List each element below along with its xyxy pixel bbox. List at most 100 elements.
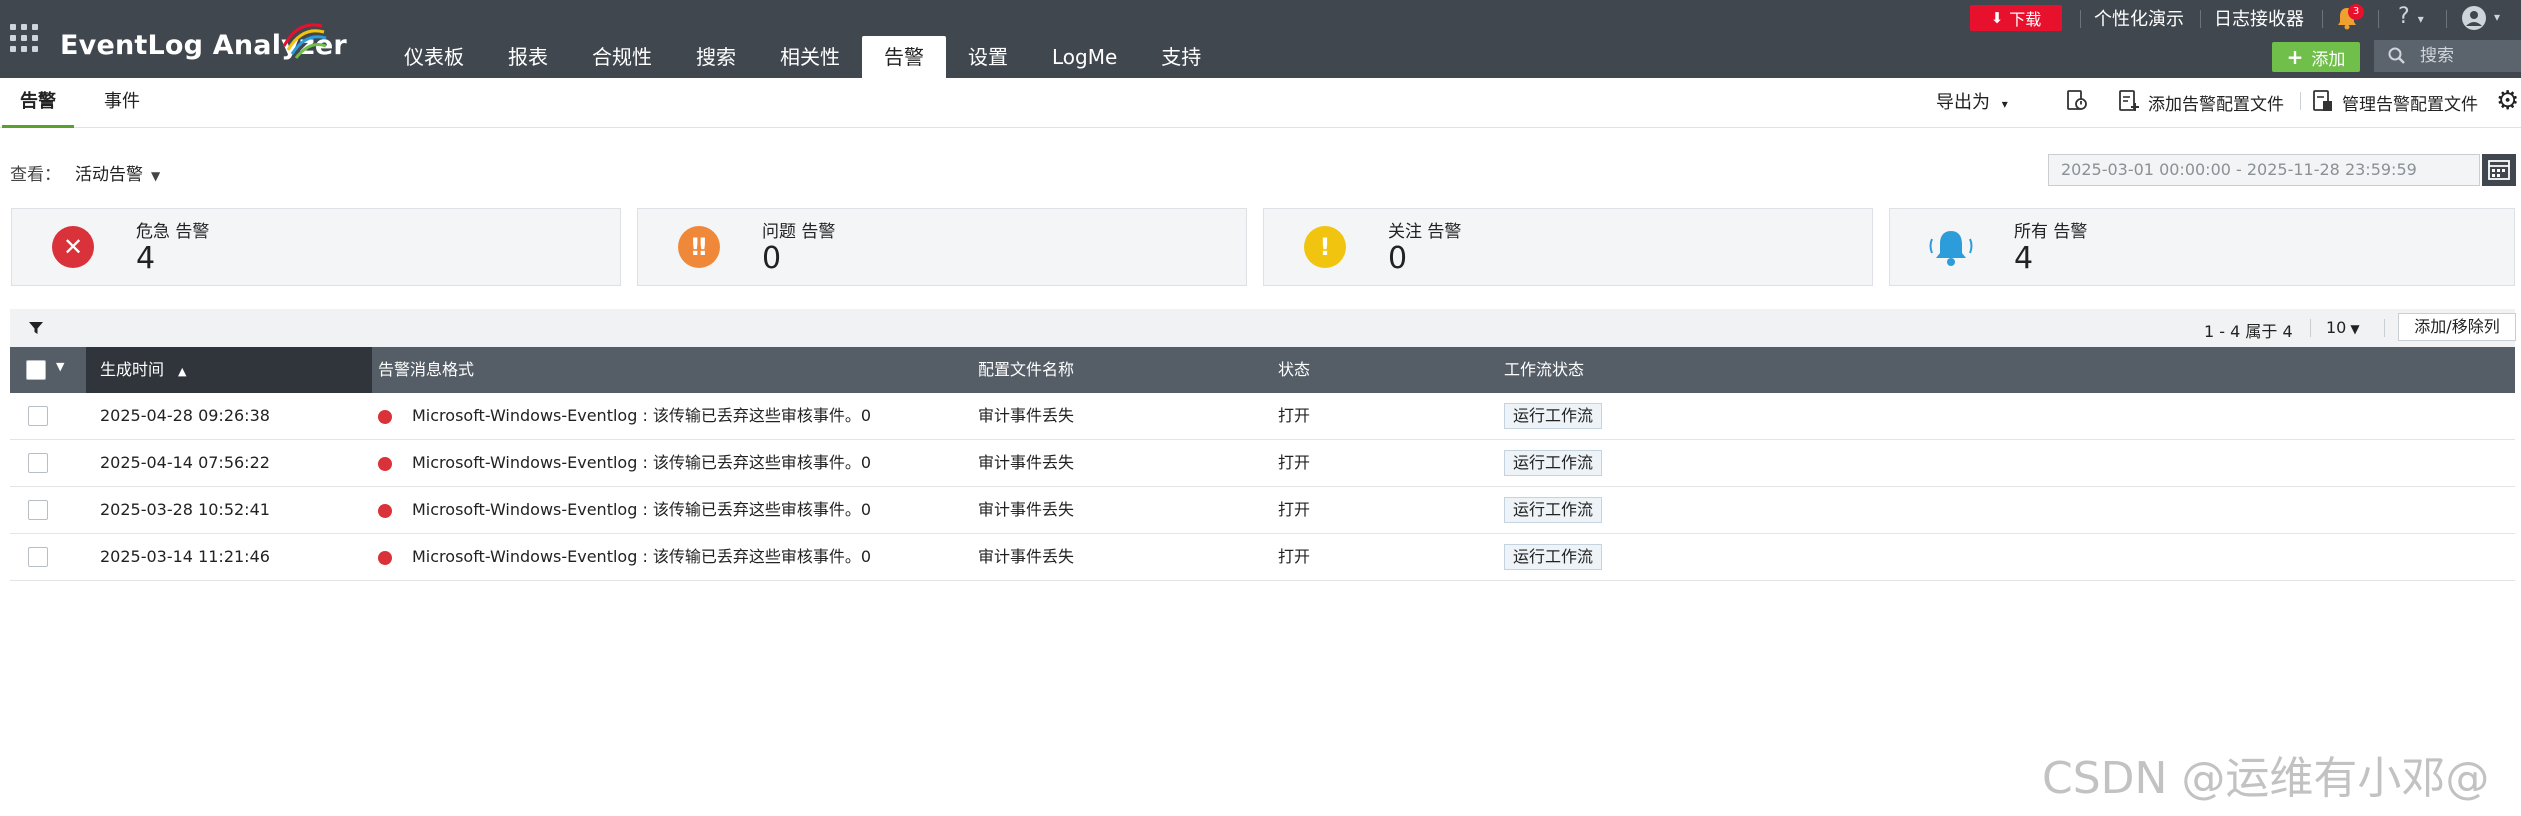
column-header-label: 生成时间 — [100, 360, 165, 379]
filter-icon[interactable] — [28, 321, 44, 335]
download-icon: ⬇ — [1990, 9, 2004, 27]
export-dropdown[interactable]: 导出为 ▾ — [1936, 88, 2008, 114]
summary-card-attention[interactable]: ! 关注 告警 0 — [1263, 208, 1873, 286]
subtab-events[interactable]: 事件 — [86, 78, 158, 128]
sort-ascending-icon: ▲ — [178, 365, 187, 378]
cell-message[interactable]: Microsoft-Windows-Eventlog : 该传输已丢弃这些审核事… — [412, 393, 871, 439]
nav-tab-alerts[interactable]: 告警 — [862, 36, 946, 78]
help-button[interactable]: ? ▾ — [2398, 4, 2424, 29]
critical-status-dot-icon — [378, 457, 392, 471]
add-remove-columns-button[interactable]: 添加/移除列 — [2398, 313, 2516, 341]
run-workflow-button[interactable]: 运行工作流 — [1504, 450, 1603, 476]
summary-title: 关注 告警 — [1388, 222, 1462, 242]
row-checkbox[interactable] — [28, 547, 48, 567]
table-toolbar: 1 - 4 属于 4 10 ▼ 添加/移除列 — [10, 309, 2516, 347]
column-header-profile[interactable]: 配置文件名称 — [978, 347, 1074, 393]
critical-status-dot-icon — [378, 551, 392, 565]
nav-tab-search[interactable]: 搜索 — [674, 36, 758, 78]
caret-down-icon[interactable]: ▼ — [151, 169, 160, 183]
logo-arc-icon — [282, 23, 327, 59]
nav-tab-reports[interactable]: 报表 — [486, 36, 570, 78]
critical-status-dot-icon — [378, 410, 392, 424]
summary-card-all[interactable]: 所有 告警 4 — [1889, 208, 2515, 286]
table-row[interactable]: 2025-04-28 09:26:38 Microsoft-Windows-Ev… — [10, 393, 2515, 440]
add-button[interactable]: + 添加 — [2272, 42, 2360, 72]
help-icon: ? — [2398, 4, 2410, 29]
personalize-demo-link[interactable]: 个性化演示 — [2094, 0, 2184, 36]
summary-title: 问题 告警 — [762, 222, 836, 242]
caret-down-icon: ▼ — [2350, 322, 2360, 336]
summary-card-trouble[interactable]: ‼ 问题 告警 0 — [637, 208, 1247, 286]
summary-card-critical[interactable]: ✕ 危急 告警 4 — [11, 208, 621, 286]
cell-message[interactable]: Microsoft-Windows-Eventlog : 该传输已丢弃这些审核事… — [412, 534, 871, 580]
column-header-message[interactable]: 告警消息格式 — [378, 347, 474, 393]
date-range-field[interactable]: 2025-03-01 00:00:00 - 2025-11-28 23:59:5… — [2048, 154, 2480, 186]
bell-icon — [1929, 231, 1973, 266]
view-label: 查看： — [10, 165, 61, 185]
cell-time: 2025-04-14 07:56:22 — [100, 453, 270, 472]
cell-profile: 审计事件丢失 — [978, 500, 1075, 519]
divider — [2378, 10, 2379, 28]
run-workflow-button[interactable]: 运行工作流 — [1504, 544, 1603, 570]
add-profile-icon[interactable] — [2118, 89, 2140, 113]
divider — [2322, 10, 2323, 28]
manage-profile-icon[interactable] — [2312, 89, 2334, 113]
run-workflow-button[interactable]: 运行工作流 — [1504, 403, 1603, 429]
alert-report-icon[interactable] — [2066, 89, 2088, 113]
top-bar: EventLog Analyzer 仪表板 报表 合规性 搜索 相关性 告警 设… — [0, 0, 2521, 78]
cell-profile: 审计事件丢失 — [978, 453, 1075, 472]
cell-message[interactable]: Microsoft-Windows-Eventlog : 该传输已丢弃这些审核事… — [412, 487, 871, 533]
cell-message[interactable]: Microsoft-Windows-Eventlog : 该传输已丢弃这些审核事… — [412, 440, 871, 486]
row-checkbox[interactable] — [28, 406, 48, 426]
table-row[interactable]: 2025-04-14 07:56:22 Microsoft-Windows-Ev… — [10, 440, 2515, 487]
select-all-checkbox[interactable] — [26, 360, 46, 380]
cell-status: 打开 — [1278, 453, 1311, 472]
nav-tab-correlation[interactable]: 相关性 — [758, 36, 862, 78]
critical-status-dot-icon — [378, 504, 392, 518]
nav-tab-settings[interactable]: 设置 — [946, 36, 1030, 78]
search-input[interactable] — [2420, 46, 2510, 66]
cell-time: 2025-04-28 09:26:38 — [100, 406, 270, 425]
add-alert-profile-link[interactable]: 添加告警配置文件 — [2148, 90, 2284, 115]
apps-grid-icon[interactable] — [10, 24, 38, 52]
subtab-alerts[interactable]: 告警 — [2, 78, 74, 128]
user-avatar-icon[interactable] — [2462, 6, 2486, 30]
cell-status: 打开 — [1278, 500, 1311, 519]
log-receiver-link[interactable]: 日志接收器 — [2214, 0, 2304, 36]
download-button[interactable]: ⬇ 下载 — [1970, 5, 2062, 31]
cell-time: 2025-03-14 11:21:46 — [100, 547, 270, 566]
run-workflow-button[interactable]: 运行工作流 — [1504, 497, 1603, 523]
gear-icon[interactable]: ⚙ — [2496, 86, 2519, 116]
nav-tab-support[interactable]: 支持 — [1139, 36, 1223, 78]
column-header-time[interactable]: 生成时间 ▲ — [86, 347, 372, 393]
cell-status: 打开 — [1278, 406, 1311, 425]
search-box[interactable] — [2374, 40, 2521, 72]
view-dropdown-value[interactable]: 活动告警 — [75, 165, 143, 185]
close-icon: ✕ — [52, 226, 94, 268]
nav-tab-dashboard[interactable]: 仪表板 — [382, 36, 486, 78]
summary-title: 危急 告警 — [136, 222, 210, 242]
summary-count: 4 — [136, 241, 156, 276]
page-size-dropdown[interactable]: 10 ▼ — [2326, 318, 2360, 337]
column-header-status[interactable]: 状态 — [1278, 347, 1310, 393]
manage-alert-profiles-link[interactable]: 管理告警配置文件 — [2342, 90, 2478, 115]
cell-profile: 审计事件丢失 — [978, 406, 1075, 425]
sub-nav-bar: 告警 事件 — [0, 78, 2521, 128]
table-row[interactable]: 2025-03-28 10:52:41 Microsoft-Windows-Ev… — [10, 487, 2515, 534]
divider — [2310, 319, 2311, 337]
chevron-down-icon: ▾ — [2001, 97, 2008, 111]
table-header: ▼ 生成时间 ▲ 告警消息格式 配置文件名称 状态 工作流状态 — [10, 347, 2515, 393]
row-checkbox[interactable] — [28, 500, 48, 520]
table-row[interactable]: 2025-03-14 11:21:46 Microsoft-Windows-Ev… — [10, 534, 2515, 581]
row-checkbox[interactable] — [28, 453, 48, 473]
nav-tab-compliance[interactable]: 合规性 — [570, 36, 674, 78]
notifications-button[interactable]: 3 — [2336, 4, 2364, 32]
view-selector: 查看： 活动告警 ▼ — [10, 160, 160, 185]
page-size-value: 10 — [2326, 318, 2347, 337]
notification-count-badge: 3 — [2348, 4, 2364, 20]
nav-tab-logme[interactable]: LogMe — [1030, 36, 1139, 78]
chevron-down-icon[interactable]: ▾ — [2494, 10, 2500, 24]
caret-down-icon[interactable]: ▼ — [56, 360, 64, 373]
column-header-workflow[interactable]: 工作流状态 — [1504, 347, 1584, 393]
calendar-button[interactable] — [2482, 154, 2516, 186]
